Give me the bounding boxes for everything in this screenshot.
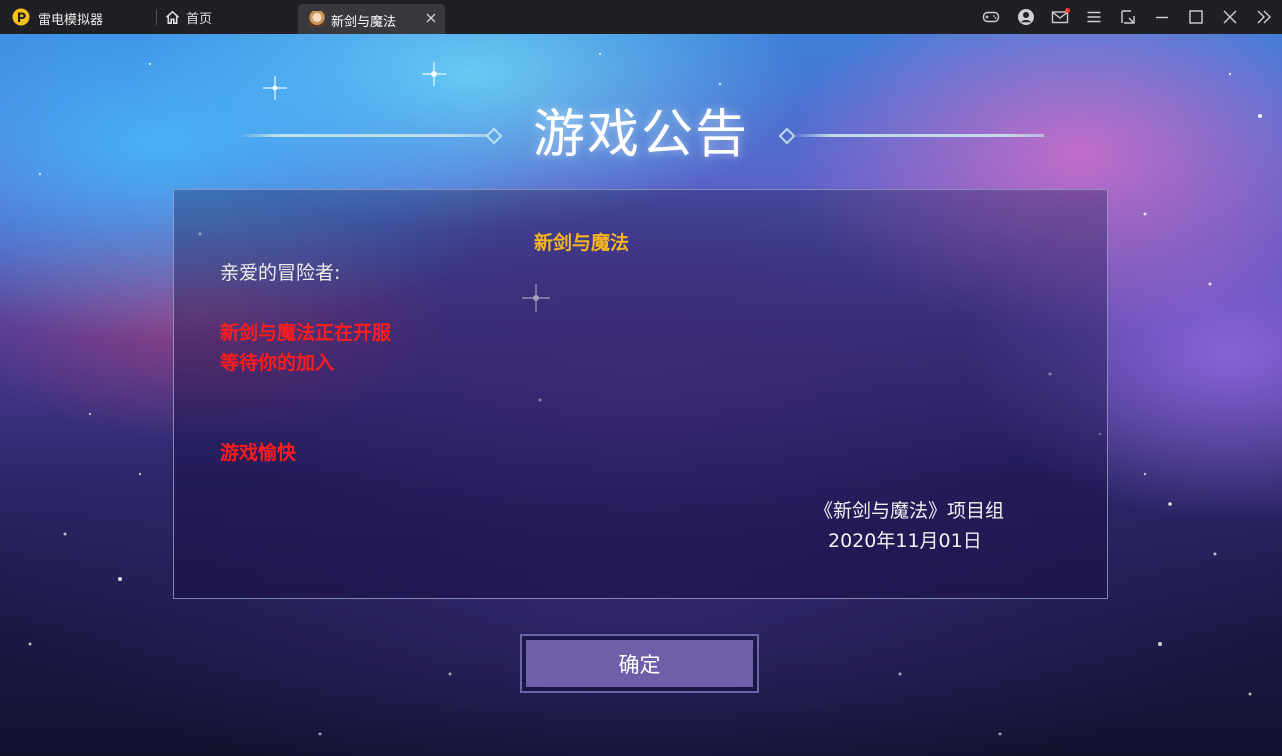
notice-signature: 《新剑与魔法》项目组 (814, 500, 1005, 522)
resize-icon[interactable] (1118, 7, 1138, 27)
title-rule-right (792, 134, 1044, 137)
collapse-sidebar-icon[interactable] (1254, 7, 1274, 27)
maximize-icon[interactable] (1186, 7, 1206, 27)
notice-heading: 新剑与魔法 (534, 232, 630, 254)
notice-line: 等待你的加入 (220, 352, 335, 374)
tab-close-icon[interactable] (425, 12, 437, 24)
tab-game-label: 新剑与魔法 (331, 15, 397, 30)
close-icon[interactable] (1220, 7, 1240, 27)
notice-title: 游戏公告 (532, 105, 749, 165)
notification-dot (1065, 8, 1070, 13)
tab-game[interactable]: 新剑与魔法 (298, 4, 445, 34)
gamepad-icon[interactable] (981, 7, 1001, 27)
tab-home-label: 首页 (186, 11, 213, 27)
notice-panel: 新剑与魔法 亲爱的冒险者: 新剑与魔法正在开服 等待你的加入 游戏愉快 《新剑与… (173, 189, 1108, 599)
notice-date: 2020年11月01日 (828, 530, 982, 552)
game-screen: 游戏公告 新剑与魔法 亲爱的冒险者: 新剑与魔法正在开服 等待你的加入 游戏愉快… (0, 34, 1282, 756)
notice-greeting: 亲爱的冒险者: (220, 262, 341, 284)
minimize-icon[interactable] (1152, 7, 1172, 27)
ldplayer-logo-icon (12, 8, 30, 26)
confirm-button[interactable]: 确定 (520, 634, 759, 693)
menu-icon[interactable] (1084, 7, 1104, 27)
notice-line: 游戏愉快 (220, 442, 297, 464)
title-bar: 雷电模拟器 首页 新剑与魔法 (0, 0, 1282, 34)
user-icon[interactable] (1016, 7, 1036, 27)
notice-line: 新剑与魔法正在开服 (220, 322, 392, 344)
home-icon (165, 10, 180, 24)
game-app-icon (309, 11, 325, 27)
app-name: 雷电模拟器 (38, 13, 104, 28)
confirm-button-face[interactable]: 确定 (526, 640, 753, 687)
tab-home[interactable]: 首页 (165, 6, 212, 28)
title-rule-left (238, 134, 488, 137)
titlebar-divider (156, 10, 157, 25)
emulator-window: 雷电模拟器 首页 新剑与魔法 游戏公告 新剑与魔法 亲爱的冒险者: 新剑与魔法正… (0, 0, 1282, 756)
confirm-button-label: 确定 (618, 652, 661, 677)
